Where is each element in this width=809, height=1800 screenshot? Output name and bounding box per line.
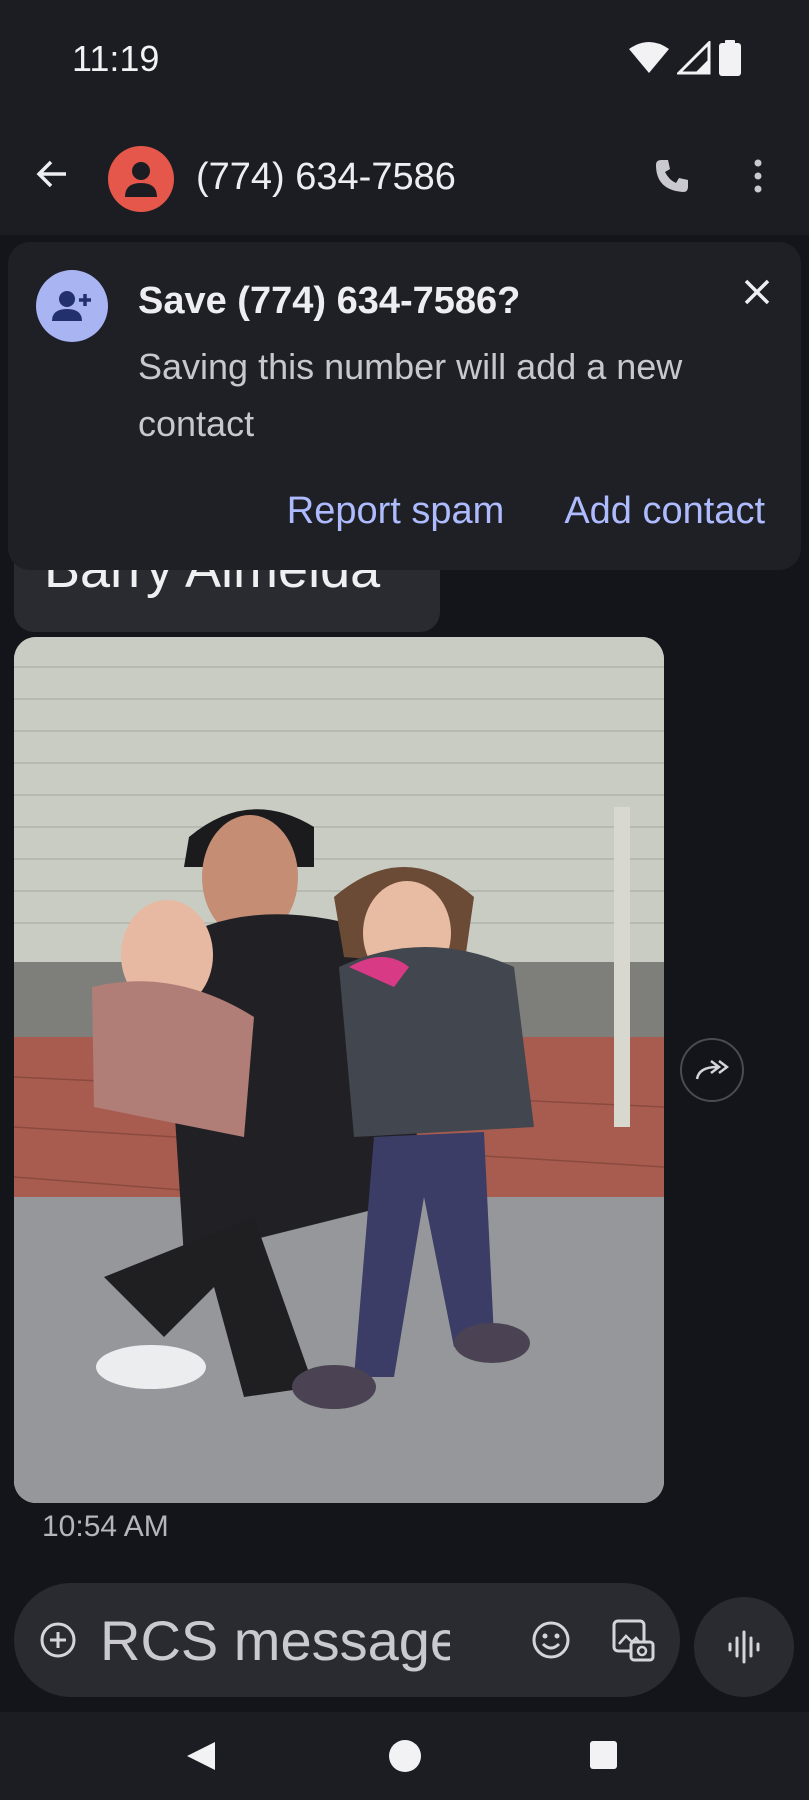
conversation-title[interactable]: (774) 634-7586 — [196, 156, 456, 199]
report-spam-button[interactable]: Report spam — [287, 490, 505, 533]
phone-icon — [656, 160, 688, 192]
signal-icon — [677, 41, 711, 75]
gallery-icon — [612, 1619, 655, 1662]
status-time: 11:19 — [72, 38, 160, 79]
add-contact-avatar — [36, 270, 108, 342]
nav-home-icon[interactable] — [389, 1740, 421, 1772]
more-vert-icon — [754, 159, 762, 193]
banner-close-button[interactable] — [735, 270, 779, 314]
nav-recents-icon[interactable] — [590, 1741, 617, 1769]
contact-avatar[interactable] — [108, 146, 174, 212]
banner-title: Save (774) 634-7586? — [138, 280, 521, 322]
wifi-icon — [629, 42, 669, 73]
composer — [14, 1583, 680, 1697]
navigation-bar — [0, 1712, 809, 1800]
app-bar: (774) 634-7586 — [0, 120, 809, 235]
emoji-button[interactable] — [526, 1615, 576, 1665]
back-button[interactable] — [30, 152, 74, 196]
add-circle-icon — [40, 1622, 76, 1658]
forward-button[interactable] — [680, 1038, 744, 1102]
banner-actions: Report spam Add contact — [287, 490, 765, 533]
person-add-icon — [52, 291, 91, 321]
message-bubble[interactable]: Barry Almeida — [14, 560, 440, 632]
attach-button[interactable] — [36, 1618, 80, 1662]
call-button[interactable] — [648, 152, 696, 200]
photo-image — [14, 637, 664, 1503]
message-timestamp: 10:54 AM — [42, 1510, 169, 1543]
add-contact-button[interactable]: Add contact — [564, 490, 765, 533]
banner-text: Saving this number will add a new contac… — [138, 346, 683, 444]
emoji-icon — [532, 1621, 570, 1659]
status-icons — [629, 40, 741, 76]
message-input[interactable] — [100, 1603, 450, 1677]
close-icon — [744, 279, 770, 305]
more-options-button[interactable] — [736, 152, 780, 200]
save-contact-banner: Save (774) 634-7586? Saving this number … — [8, 242, 801, 570]
arrow-left-icon — [36, 160, 66, 188]
forward-icon — [695, 1060, 729, 1080]
person-icon — [125, 162, 157, 197]
photo-message[interactable] — [14, 637, 664, 1503]
gallery-button[interactable] — [608, 1613, 658, 1667]
nav-back-icon[interactable] — [185, 1740, 217, 1772]
voice-message-button[interactable] — [694, 1597, 794, 1697]
voice-icon — [728, 1630, 760, 1664]
battery-icon — [719, 40, 741, 76]
status-bar: 11:19 — [0, 0, 809, 120]
